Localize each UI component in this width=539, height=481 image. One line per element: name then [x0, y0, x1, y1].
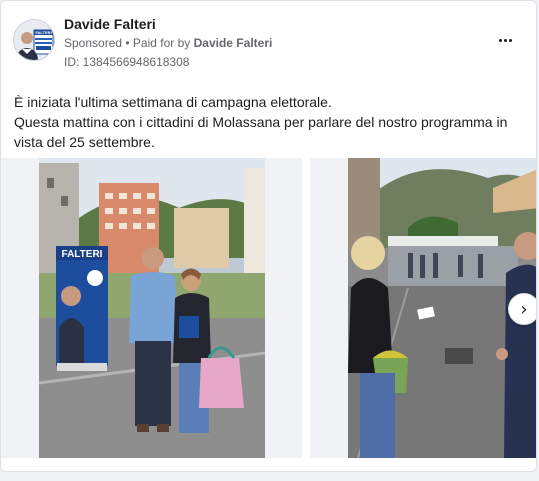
carousel-slide-1[interactable]: FALTERI: [1, 158, 302, 458]
ad-post-card: FALTERI Davide Falteri Sponsored • Paid …: [0, 0, 537, 472]
photo-candidate-with-citizen: FALTERI: [1, 158, 302, 458]
paid-for-name: Davide Falteri: [193, 36, 273, 50]
ad-id: ID: 1384566948618308: [64, 55, 190, 69]
sponsor-meta: Sponsored • Paid for by Davide Falteri: [64, 36, 272, 50]
page-name[interactable]: Davide Falteri: [64, 16, 156, 32]
avatar-image: FALTERI: [14, 20, 54, 60]
photo-market-flyers: [310, 158, 536, 458]
more-options-button[interactable]: [496, 31, 514, 49]
post-text: È iniziata l'ultima settimana di campagn…: [14, 92, 524, 152]
sponsored-label: Sponsored: [64, 36, 123, 50]
carousel-next-button[interactable]: ›: [508, 293, 536, 325]
post-text-line2: Questa mattina con i cittadini di Molass…: [14, 114, 508, 150]
page-avatar[interactable]: FALTERI: [13, 19, 55, 61]
avatar-banner-text: FALTERI: [35, 30, 51, 35]
meta-separator: •: [122, 36, 133, 50]
image-carousel: FALTERI ›: [1, 158, 536, 458]
banner-text: FALTERI: [62, 249, 103, 260]
chevron-right-icon: ›: [520, 298, 528, 320]
carousel-slide-2[interactable]: [310, 158, 536, 458]
post-text-line1: È iniziata l'ultima settimana di campagn…: [14, 94, 332, 110]
more-horizontal-icon: [498, 38, 513, 42]
paid-for-prefix: Paid for by: [132, 36, 194, 50]
